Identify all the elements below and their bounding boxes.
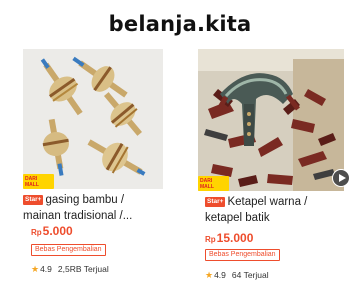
product-title[interactable]: Star+ gasing bambu / mainan tradisional /… <box>23 192 163 224</box>
free-return-tag: Bebas Pengembalian <box>31 244 106 256</box>
rating-value: 4.9 <box>214 270 226 280</box>
star-icon: ★ <box>31 264 40 274</box>
star-icon: ★ <box>205 270 214 280</box>
rating-value: 4.9 <box>40 264 52 274</box>
star-plus-badge: Star+ <box>23 195 44 205</box>
product-price: Rp5.000 <box>31 224 73 238</box>
mall-tag-badge: DARI MALL <box>23 174 54 189</box>
play-icon[interactable] <box>332 169 350 187</box>
product-price: Rp15.000 <box>205 231 254 245</box>
sold-count: 64 Terjual <box>231 270 269 280</box>
product-card-gasing[interactable]: DARI MALL Star+ gasing bambu / mainan tra… <box>23 49 163 293</box>
sold-count: 2,5RB Terjual <box>57 264 109 274</box>
product-card-ketapel[interactable]: DARI MALL Star+ Ketapel warna / ketapel b… <box>198 49 350 293</box>
mall-tag-badge: DARI MALL <box>198 176 229 191</box>
star-plus-badge: Star+ <box>205 197 226 207</box>
product-rating-sold: ★4.9 64 Terjual <box>205 270 269 281</box>
free-return-tag: Bebas Pengembalian <box>205 249 280 261</box>
brand-title: belanja.kita <box>108 12 252 36</box>
product-rating-sold: ★4.9 2,5RB Terjual <box>31 264 109 275</box>
product-image-gasing[interactable] <box>23 49 163 189</box>
product-image-ketapel[interactable] <box>198 49 344 191</box>
product-title[interactable]: Star+ Ketapel warna / ketapel batik <box>205 194 339 226</box>
